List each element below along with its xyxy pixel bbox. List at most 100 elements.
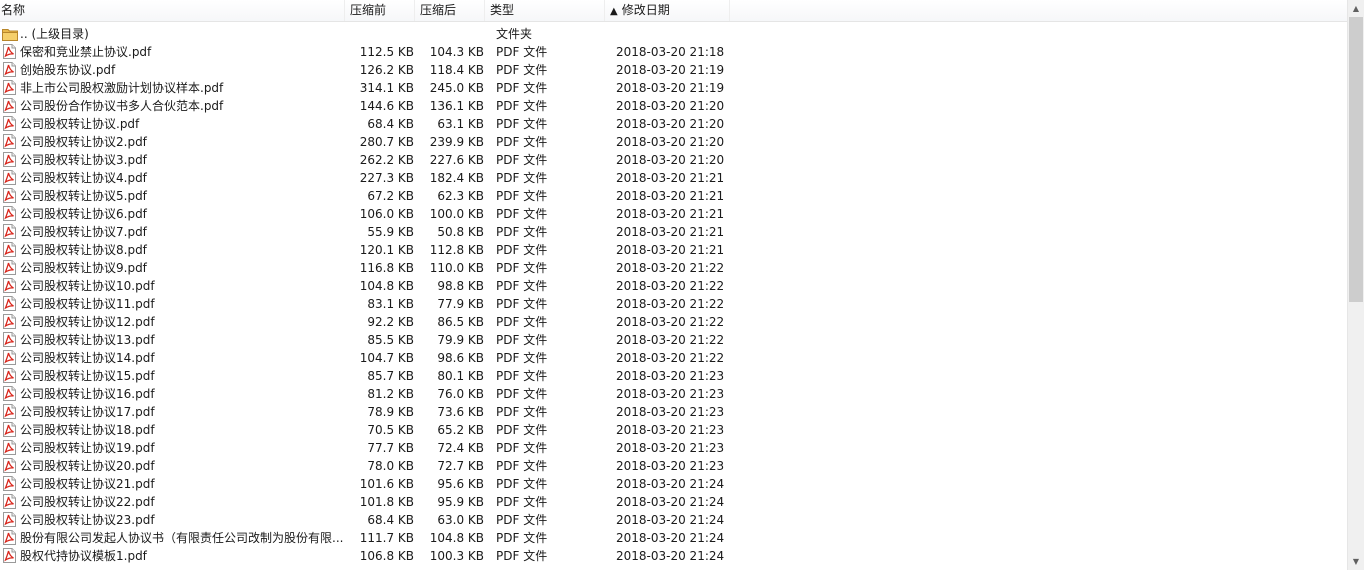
file-row[interactable]: 公司股权转让协议6.pdf 106.0 KB 100.0 KB PDF 文件 2018-… bbox=[0, 205, 1347, 223]
scrollbar-thumb[interactable] bbox=[1349, 17, 1363, 302]
file-size-before: 92.2 KB bbox=[367, 315, 414, 329]
file-name: 公司股权转让协议5.pdf bbox=[20, 189, 147, 203]
pdf-file-icon-graphic bbox=[3, 80, 16, 95]
file-row[interactable]: 公司股权转让协议20.pdf 78.0 KB 72.7 KB PDF 文件 2018-0… bbox=[0, 457, 1347, 475]
file-type: PDF 文件 bbox=[496, 315, 548, 329]
pdf-file-icon-graphic bbox=[3, 242, 16, 257]
file-row[interactable]: 公司股权转让协议7.pdf 55.9 KB 50.8 KB PDF 文件 2018-03… bbox=[0, 223, 1347, 241]
file-row[interactable]: 公司股权转让协议17.pdf 78.9 KB 73.6 KB PDF 文件 2018-0… bbox=[0, 403, 1347, 421]
file-row[interactable]: 公司股权转让协议23.pdf 68.4 KB 63.0 KB PDF 文件 2018-0… bbox=[0, 511, 1347, 529]
pdf-file-icon-graphic bbox=[3, 530, 16, 545]
column-header-size-before[interactable]: 压缩前 bbox=[345, 0, 415, 21]
file-size-after: 95.6 KB bbox=[437, 477, 484, 491]
file-row[interactable]: 公司股份合作协议书多人合伙范本.pdf 144.6 KB 136.1 KB PDF 文… bbox=[0, 97, 1347, 115]
file-modified-date: 2018-03-20 21:23 bbox=[616, 459, 725, 473]
file-modified-date: 2018-03-20 21:19 bbox=[616, 63, 725, 77]
file-modified-date: 2018-03-20 21:23 bbox=[616, 405, 725, 419]
file-type: PDF 文件 bbox=[496, 477, 548, 491]
file-row[interactable]: 公司股权转让协议4.pdf 227.3 KB 182.4 KB PDF 文件 2018-… bbox=[0, 169, 1347, 187]
pdf-file-icon bbox=[2, 259, 18, 277]
column-header-name-label: 名称 bbox=[1, 3, 26, 17]
pdf-file-icon-graphic bbox=[3, 98, 16, 113]
file-type: PDF 文件 bbox=[496, 99, 548, 113]
pdf-file-icon bbox=[2, 169, 18, 187]
file-type: PDF 文件 bbox=[496, 333, 548, 347]
file-size-before: 55.9 KB bbox=[367, 225, 414, 239]
file-size-after: 72.7 KB bbox=[437, 459, 484, 473]
pdf-file-icon bbox=[2, 331, 18, 349]
file-name: 保密和竞业禁止协议.pdf bbox=[20, 45, 152, 59]
file-type: PDF 文件 bbox=[496, 297, 548, 311]
file-row[interactable]: 公司股权转让协议10.pdf 104.8 KB 98.8 KB PDF 文件 2018-… bbox=[0, 277, 1347, 295]
file-row[interactable]: 创始股东协议.pdf 126.2 KB 118.4 KB PDF 文件 2018-03-… bbox=[0, 61, 1347, 79]
scroll-up-arrow-icon[interactable]: ▲ bbox=[1348, 0, 1364, 17]
pdf-file-icon-graphic bbox=[3, 134, 16, 149]
file-row[interactable]: 公司股权转让协议9.pdf 116.8 KB 110.0 KB PDF 文件 2018-… bbox=[0, 259, 1347, 277]
file-row[interactable]: 公司股权转让协议3.pdf 262.2 KB 227.6 KB PDF 文件 2018-… bbox=[0, 151, 1347, 169]
file-row[interactable]: 公司股权转让协议5.pdf 67.2 KB 62.3 KB PDF 文件 2018-03… bbox=[0, 187, 1347, 205]
pdf-file-icon bbox=[2, 421, 18, 439]
pdf-file-icon-graphic bbox=[3, 152, 16, 167]
column-header-size-after[interactable]: 压缩后 bbox=[415, 0, 485, 21]
column-header-modified[interactable]: ▲ 修改日期 bbox=[605, 0, 730, 21]
pdf-file-icon-graphic bbox=[3, 350, 16, 365]
file-row[interactable]: 公司股权转让协议16.pdf 81.2 KB 76.0 KB PDF 文件 2018-0… bbox=[0, 385, 1347, 403]
file-name: 公司股权转让协议9.pdf bbox=[20, 261, 147, 275]
pdf-file-icon bbox=[2, 151, 18, 169]
file-row[interactable]: 公司股权转让协议15.pdf 85.7 KB 80.1 KB PDF 文件 2018-0… bbox=[0, 367, 1347, 385]
pdf-file-icon-graphic bbox=[3, 224, 16, 239]
file-type: PDF 文件 bbox=[496, 441, 548, 455]
file-type: PDF 文件 bbox=[496, 81, 548, 95]
parent-directory-row[interactable]: .. (上级目录) 文件夹 bbox=[0, 25, 1347, 43]
file-modified-date: 2018-03-20 21:23 bbox=[616, 369, 725, 383]
file-row[interactable]: 公司股权转让协议12.pdf 92.2 KB 86.5 KB PDF 文件 2018-0… bbox=[0, 313, 1347, 331]
file-row[interactable]: 股权代持协议模板1.pdf 106.8 KB 100.3 KB PDF 文件 2018-… bbox=[0, 547, 1347, 565]
file-row[interactable]: 保密和竞业禁止协议.pdf 112.5 KB 104.3 KB PDF 文件 2018-… bbox=[0, 43, 1347, 61]
scroll-down-arrow-icon[interactable]: ▼ bbox=[1348, 553, 1364, 570]
file-modified-date: 2018-03-20 21:21 bbox=[616, 189, 725, 203]
file-size-before: 81.2 KB bbox=[367, 387, 414, 401]
file-type: PDF 文件 bbox=[496, 243, 548, 257]
pdf-file-icon-graphic bbox=[3, 440, 16, 455]
file-size-before: 106.0 KB bbox=[359, 207, 414, 221]
vertical-scrollbar[interactable]: ▲ ▼ bbox=[1347, 0, 1364, 570]
file-row[interactable]: 公司股权转让协议13.pdf 85.5 KB 79.9 KB PDF 文件 2018-0… bbox=[0, 331, 1347, 349]
column-header-name[interactable]: 名称 bbox=[0, 0, 345, 21]
file-size-before: 68.4 KB bbox=[367, 513, 414, 527]
file-row[interactable]: 非上市公司股权激励计划协议样本.pdf 314.1 KB 245.0 KB PDF 文… bbox=[0, 79, 1347, 97]
file-size-after: 63.0 KB bbox=[437, 513, 484, 527]
file-size-after: 86.5 KB bbox=[437, 315, 484, 329]
file-row[interactable]: 公司股权转让协议22.pdf 101.8 KB 95.9 KB PDF 文件 2018-… bbox=[0, 493, 1347, 511]
file-row[interactable]: 公司股权转让协议14.pdf 104.7 KB 98.6 KB PDF 文件 2018-… bbox=[0, 349, 1347, 367]
file-row[interactable]: 公司股权转让协议8.pdf 120.1 KB 112.8 KB PDF 文件 2018-… bbox=[0, 241, 1347, 259]
file-modified-date: 2018-03-20 21:21 bbox=[616, 171, 725, 185]
file-row[interactable]: 公司股权转让协议19.pdf 77.7 KB 72.4 KB PDF 文件 2018-0… bbox=[0, 439, 1347, 457]
file-size-before: 85.5 KB bbox=[367, 333, 414, 347]
pdf-file-icon bbox=[2, 115, 18, 133]
pdf-file-icon-graphic bbox=[3, 314, 16, 329]
file-name: 公司股权转让协议8.pdf bbox=[20, 243, 147, 257]
pdf-file-icon bbox=[2, 493, 18, 511]
file-row[interactable]: 股份有限公司发起人协议书（有限责任公司改制为股份有限... 111.7 KB 104… bbox=[0, 529, 1347, 547]
file-size-after: 104.3 KB bbox=[429, 45, 484, 59]
file-size-before: 144.6 KB bbox=[359, 99, 414, 113]
file-type: PDF 文件 bbox=[496, 189, 548, 203]
file-row[interactable]: 公司股权转让协议11.pdf 83.1 KB 77.9 KB PDF 文件 2018-0… bbox=[0, 295, 1347, 313]
sort-ascending-icon: ▲ bbox=[610, 6, 618, 17]
file-type: PDF 文件 bbox=[496, 405, 548, 419]
file-type: PDF 文件 bbox=[496, 513, 548, 527]
pdf-file-icon bbox=[2, 547, 18, 565]
file-row[interactable]: 公司股权转让协议2.pdf 280.7 KB 239.9 KB PDF 文件 2018-… bbox=[0, 133, 1347, 151]
file-type: PDF 文件 bbox=[496, 117, 548, 131]
file-modified-date: 2018-03-20 21:24 bbox=[616, 513, 725, 527]
column-header-type[interactable]: 类型 bbox=[485, 0, 605, 21]
file-row[interactable]: 公司股权转让协议18.pdf 70.5 KB 65.2 KB PDF 文件 2018-0… bbox=[0, 421, 1347, 439]
file-row[interactable]: 公司股权转让协议.pdf 68.4 KB 63.1 KB PDF 文件 2018-03-… bbox=[0, 115, 1347, 133]
pdf-file-icon-graphic bbox=[3, 188, 16, 203]
pdf-file-icon-graphic bbox=[3, 44, 16, 59]
file-size-before: 280.7 KB bbox=[359, 135, 414, 149]
file-size-before: 116.8 KB bbox=[359, 261, 414, 275]
file-row[interactable]: 公司股权转让协议21.pdf 101.6 KB 95.6 KB PDF 文件 2018-… bbox=[0, 475, 1347, 493]
pdf-file-icon-graphic bbox=[3, 296, 16, 311]
file-name: 公司股权转让协议11.pdf bbox=[20, 297, 155, 311]
